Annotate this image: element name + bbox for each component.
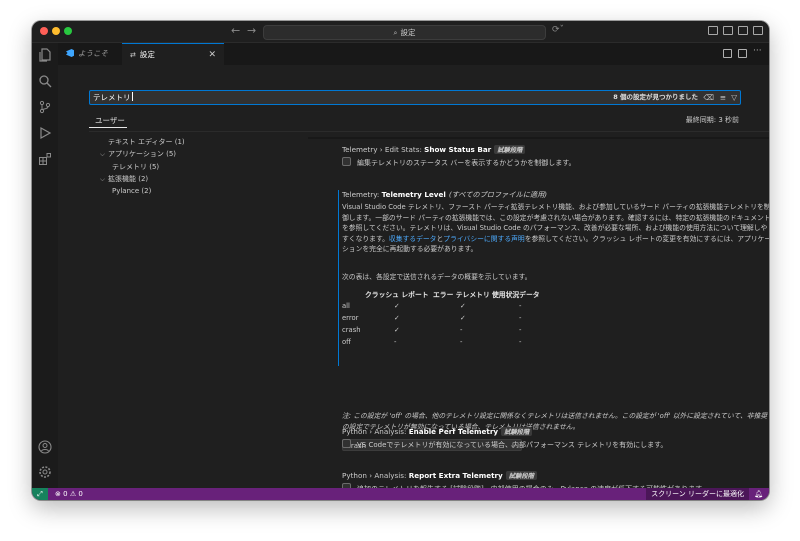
table-header-crash: クラッシュ レポート	[365, 291, 429, 299]
toc-item-extensions[interactable]: ⌵ 拡張機能 (2)	[100, 174, 148, 184]
status-bar: ⤢ ⊗ 0 ⚠ 0 スクリーン リーダーに最適化 🔔︎	[32, 488, 769, 500]
table-intro: 次の表は、各設定で送信されるデータの概要を示しています。	[342, 273, 532, 281]
experimental-badge: 試験段階	[501, 427, 533, 436]
header-divider	[89, 131, 769, 132]
toc-item-text-editor[interactable]: テキスト エディター (1)	[108, 137, 185, 147]
filter-icon[interactable]: ▽	[731, 91, 737, 104]
toggle-secondary-sidebar-icon[interactable]	[753, 26, 763, 35]
enable-perf-checkbox[interactable]	[342, 439, 351, 448]
forward-arrow-icon[interactable]: →	[247, 24, 256, 37]
maximize-window-button[interactable]	[64, 27, 72, 35]
table-cell: -	[519, 302, 522, 310]
table-cell: -	[460, 338, 463, 346]
table-cell: -	[394, 338, 397, 346]
setting-report-extra-title: Python › Analysis: Report Extra Telemetr…	[342, 471, 537, 480]
search-icon[interactable]	[38, 74, 52, 88]
command-center[interactable]: ⌕ 設定	[263, 25, 546, 40]
vscode-window: ← → ⌕ 設定 ⟳ˇ ようこそ ⇄ 設定 ✕ ··· テレメトリ 8 個の設定…	[32, 21, 769, 500]
search-input-value: テレメトリ	[93, 93, 131, 102]
filter-list-icon[interactable]: ≡	[720, 91, 726, 104]
table-cell: crash	[342, 326, 361, 334]
table-header-usage: 使用状況データ	[492, 291, 540, 299]
explorer-icon[interactable]	[38, 48, 52, 62]
scroll-shadow	[308, 137, 769, 139]
split-editor-icon[interactable]	[738, 49, 747, 58]
setting-enable-perf-title: Python › Analysis: Enable Perf Telemetry…	[342, 427, 533, 436]
enable-perf-description: VS Codeでテレメトリが有効になっている場合、内部パフォーマンス テレメトリ…	[357, 441, 668, 449]
tab-settings[interactable]: ⇄ 設定 ✕	[122, 43, 224, 65]
table-cell: -	[519, 314, 522, 322]
search-icon: ⌕	[393, 29, 398, 37]
chevron-down-icon: ⌵	[100, 175, 105, 183]
screen-reader-optimized-status[interactable]: スクリーン リーダーに最適化	[646, 488, 749, 500]
settings-editor: テレメトリ 8 個の設定が見つかりました ⌫ ≡ ▽ ユーザー 最終同期: 3 …	[58, 65, 769, 493]
problems-indicator[interactable]: ⊗ 0 ⚠ 0	[55, 488, 83, 500]
close-window-button[interactable]	[40, 27, 48, 35]
tab-welcome-label: ようこそ	[78, 49, 108, 58]
settings-search-input[interactable]: テレメトリ 8 個の設定が見つかりました ⌫ ≡ ▽	[89, 90, 741, 105]
vscode-logo-icon	[66, 49, 74, 57]
copilot-icon[interactable]: ⟳ˇ	[552, 25, 564, 35]
close-tab-icon[interactable]: ✕	[208, 44, 216, 66]
table-cell: ✓	[394, 302, 400, 310]
toc-item-application[interactable]: ⌵ アプリケーション (5)	[100, 149, 176, 159]
tab-welcome[interactable]: ようこそ	[58, 43, 122, 65]
table-cell: error	[342, 314, 359, 322]
experimental-badge: 試験段階	[494, 145, 526, 154]
run-debug-icon[interactable]	[38, 126, 52, 140]
edit-stats-checkbox[interactable]	[342, 157, 351, 166]
setting-edit-stats-title: Telemetry › Edit Stats: Show Status Bar 試…	[342, 145, 526, 154]
chevron-down-icon: ⌵	[100, 150, 105, 158]
table-cell: -	[519, 338, 522, 346]
search-result-count: 8 個の設定が見つかりました	[613, 93, 698, 101]
tab-user-settings[interactable]: ユーザー	[95, 115, 125, 126]
toc-item-telemetry[interactable]: テレメトリ (5)	[112, 162, 159, 172]
activity-bar	[32, 43, 59, 488]
table-cell: ✓	[460, 302, 466, 310]
warning-icon: ⚠	[69, 490, 77, 498]
back-arrow-icon[interactable]: ←	[231, 24, 240, 37]
clear-search-icon[interactable]: ⌫	[703, 91, 714, 104]
extensions-icon[interactable]	[38, 152, 52, 166]
toc-item-pylance[interactable]: Pylance (2)	[112, 187, 151, 195]
command-center-label: 設定	[400, 28, 416, 37]
accounts-icon[interactable]	[38, 440, 52, 454]
table-header-error: エラー テレメトリ	[433, 291, 490, 299]
collected-data-link[interactable]: 収集するデータ	[389, 235, 437, 243]
table-cell: all	[342, 302, 350, 310]
table-cell: ✓	[394, 326, 400, 334]
manage-gear-icon[interactable]	[38, 465, 52, 479]
editor-tab-bar: ようこそ ⇄ 設定 ✕ ···	[58, 43, 769, 66]
tab-settings-label: 設定	[139, 50, 155, 59]
open-settings-json-icon[interactable]	[723, 49, 732, 58]
remote-indicator-icon[interactable]: ⤢	[32, 488, 48, 500]
experimental-badge: 試験段階	[505, 471, 537, 480]
title-bar: ← → ⌕ 設定 ⟳ˇ	[32, 21, 769, 43]
table-cell: ✓	[394, 314, 400, 322]
settings-sliders-icon: ⇄	[130, 51, 136, 59]
edit-stats-description: 編集テレメトリのステータス バーを表示するかどうかを制御します。	[357, 159, 576, 167]
source-control-icon[interactable]	[38, 100, 52, 114]
toggle-panel-icon[interactable]	[738, 26, 748, 35]
error-icon: ⊗	[55, 490, 61, 498]
table-cell: -	[519, 326, 522, 334]
setting-telemetry-level-title: Telemetry: Telemetry Level (すべてのプロファイルに適用…	[342, 190, 548, 199]
active-tab-underline	[89, 127, 127, 128]
more-actions-icon[interactable]: ···	[753, 46, 762, 56]
toggle-primary-sidebar-icon[interactable]	[723, 26, 733, 35]
privacy-statement-link[interactable]: プライバシーに関する声明	[443, 235, 524, 243]
minimize-window-button[interactable]	[52, 27, 60, 35]
last-sync-status: 最終同期: 3 秒前	[685, 116, 739, 124]
table-cell: off	[342, 338, 351, 346]
table-cell: -	[460, 326, 463, 334]
customize-layout-icon[interactable]	[708, 26, 718, 35]
notifications-bell-icon[interactable]: 🔔︎	[754, 488, 763, 500]
telemetry-level-description: Visual Studio Code テレメトリ、ファースト パーティ拡張テレメ…	[342, 203, 769, 253]
focused-setting-indicator	[338, 190, 339, 366]
table-cell: ✓	[460, 314, 466, 322]
settings-list-lower: Python › Analysis: Enable Perf Telemetry…	[308, 421, 769, 488]
